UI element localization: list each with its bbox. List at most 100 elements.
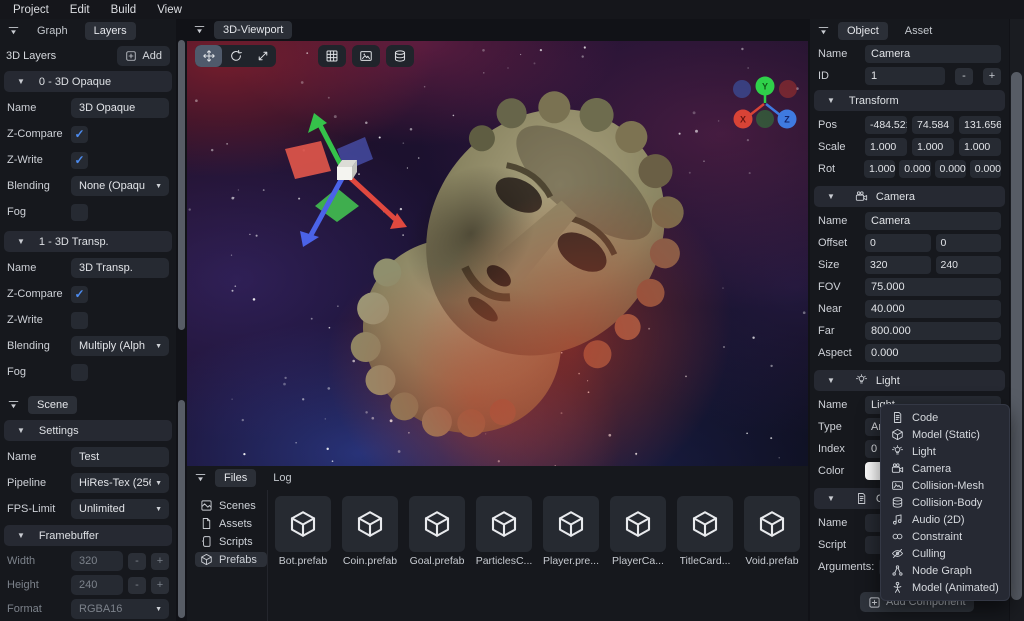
- context-menu-item-model-static[interactable]: Model (Static): [881, 426, 1009, 443]
- framebuffer-header[interactable]: ▼ Framebuffer: [4, 525, 172, 546]
- fb-width-plus-button[interactable]: +: [151, 553, 169, 570]
- menu-item-view[interactable]: View: [153, 4, 186, 16]
- prefab-item[interactable]: Coin.prefab: [342, 496, 398, 621]
- light-component-header[interactable]: ▼ Light: [814, 370, 1005, 391]
- rotate-tool-button[interactable]: [222, 45, 249, 67]
- id-minus-button[interactable]: -: [955, 68, 973, 85]
- tab-3d-viewport[interactable]: 3D-Viewport: [214, 21, 292, 39]
- pos-x-input[interactable]: -484.521: [865, 116, 907, 134]
- layer-0-header[interactable]: ▼ 0 - 3D Opaque: [4, 71, 172, 92]
- context-menu-item-model-animated[interactable]: Model (Animated): [881, 579, 1009, 596]
- prefab-item[interactable]: PlayerCa...: [610, 496, 666, 621]
- context-menu-item-node-graph[interactable]: Node Graph: [881, 562, 1009, 579]
- tab-log[interactable]: Log: [264, 469, 300, 487]
- scene-scrollbar[interactable]: [178, 400, 185, 618]
- layer0-zcompare-checkbox[interactable]: [71, 126, 88, 143]
- id-plus-button[interactable]: +: [983, 68, 1001, 85]
- camera-offset-y-input[interactable]: 0: [936, 234, 1002, 252]
- context-menu-item-camera[interactable]: Camera: [881, 460, 1009, 477]
- settings-header[interactable]: ▼ Settings: [4, 420, 172, 441]
- scale-y-input[interactable]: 1.000: [912, 138, 954, 156]
- fb-width-input[interactable]: 320: [71, 551, 123, 571]
- layers-scrollbar[interactable]: [178, 40, 185, 330]
- context-menu-item-constraint[interactable]: Constraint: [881, 528, 1009, 545]
- fb-format-dropdown[interactable]: RGBA16: [71, 599, 169, 619]
- prefab-item[interactable]: Void.prefab: [744, 496, 800, 621]
- prefab-tile[interactable]: [744, 496, 800, 552]
- grid-toggle-button[interactable]: [318, 45, 346, 67]
- camera-name-input[interactable]: Camera: [865, 212, 1001, 230]
- layer1-blending-dropdown[interactable]: Multiply (Alph: [71, 336, 169, 356]
- context-menu-item-culling[interactable]: Culling: [881, 545, 1009, 562]
- context-menu-item-code[interactable]: Code: [881, 409, 1009, 426]
- tab-asset[interactable]: Asset: [896, 22, 942, 40]
- layer1-fog-checkbox[interactable]: [71, 364, 88, 381]
- prefab-tile[interactable]: [342, 496, 398, 552]
- prefab-item[interactable]: Bot.prefab: [275, 496, 331, 621]
- pos-z-input[interactable]: 131.656: [959, 116, 1001, 134]
- panel-collapse-icon[interactable]: [193, 24, 206, 37]
- layer1-name-input[interactable]: 3D Transp.: [71, 258, 169, 278]
- panel-collapse-icon[interactable]: [7, 399, 20, 412]
- layer0-fog-checkbox[interactable]: [71, 204, 88, 221]
- fb-height-plus-button[interactable]: +: [151, 577, 169, 594]
- axis-orientation-widget[interactable]: Y X Z: [733, 77, 797, 129]
- panel-collapse-icon[interactable]: [817, 25, 830, 38]
- tab-graph[interactable]: Graph: [28, 22, 77, 40]
- file-category-assets[interactable]: Assets: [195, 516, 267, 531]
- texture-toggle-button[interactable]: [352, 45, 380, 67]
- rot-w-input[interactable]: 1.000: [864, 160, 895, 178]
- tab-object[interactable]: Object: [838, 22, 888, 40]
- object-name-input[interactable]: Camera: [865, 45, 1001, 63]
- layer0-zwrite-checkbox[interactable]: [71, 152, 88, 169]
- camera-offset-x-input[interactable]: 0: [865, 234, 931, 252]
- prefab-item[interactable]: Player.pre...: [543, 496, 599, 621]
- layer0-blending-dropdown[interactable]: None (Opaqu: [71, 176, 169, 196]
- viewport-3d[interactable]: Y X Z: [187, 41, 808, 466]
- inspector-scrollbar[interactable]: [1011, 72, 1022, 600]
- camera-size-w-input[interactable]: 320: [865, 256, 931, 274]
- move-tool-button[interactable]: [195, 45, 222, 67]
- object-id-input[interactable]: 1: [865, 67, 945, 85]
- layer1-zwrite-checkbox[interactable]: [71, 312, 88, 329]
- fb-width-minus-button[interactable]: -: [128, 553, 146, 570]
- context-menu-item-audio-2d[interactable]: Audio (2D): [881, 511, 1009, 528]
- camera-size-h-input[interactable]: 240: [936, 256, 1002, 274]
- fb-height-input[interactable]: 240: [71, 575, 123, 595]
- context-menu-item-light[interactable]: Light: [881, 443, 1009, 460]
- scale-z-input[interactable]: 1.000: [959, 138, 1001, 156]
- menu-item-build[interactable]: Build: [107, 4, 141, 16]
- scene-name-input[interactable]: Test: [71, 447, 169, 467]
- layer1-zcompare-checkbox[interactable]: [71, 286, 88, 303]
- context-menu-item-collision-body[interactable]: Collision-Body: [881, 494, 1009, 511]
- tab-layers[interactable]: Layers: [85, 22, 136, 40]
- prefab-tile[interactable]: [677, 496, 733, 552]
- rot-y-input[interactable]: 0.000: [935, 160, 966, 178]
- prefab-tile[interactable]: [476, 496, 532, 552]
- transform-gizmo[interactable]: [285, 113, 407, 247]
- panel-collapse-icon[interactable]: [7, 25, 20, 38]
- prefab-tile[interactable]: [275, 496, 331, 552]
- prefab-item[interactable]: TitleCard...: [677, 496, 733, 621]
- rot-z-input[interactable]: 0.000: [970, 160, 1001, 178]
- camera-component-header[interactable]: ▼ Camera: [814, 186, 1005, 207]
- file-category-scenes[interactable]: Scenes: [195, 498, 267, 513]
- fps-limit-dropdown[interactable]: Unlimited: [71, 499, 169, 519]
- panel-collapse-icon[interactable]: [194, 472, 207, 485]
- context-menu-item-collision-mesh[interactable]: Collision-Mesh: [881, 477, 1009, 494]
- prefab-tile[interactable]: [543, 496, 599, 552]
- fb-height-minus-button[interactable]: -: [128, 577, 146, 594]
- scale-tool-button[interactable]: [249, 45, 276, 67]
- add-layer-button[interactable]: Add: [117, 46, 170, 66]
- layer-1-header[interactable]: ▼ 1 - 3D Transp.: [4, 231, 172, 252]
- pipeline-dropdown[interactable]: HiRes-Tex (256: [71, 473, 169, 493]
- prefab-item[interactable]: ParticlesC...: [476, 496, 532, 621]
- camera-fov-input[interactable]: 75.000: [865, 278, 1001, 296]
- pos-y-input[interactable]: 74.584: [912, 116, 954, 134]
- scale-x-input[interactable]: 1.000: [865, 138, 907, 156]
- camera-near-input[interactable]: 40.000: [865, 300, 1001, 318]
- menu-item-edit[interactable]: Edit: [66, 4, 94, 16]
- tab-scene[interactable]: Scene: [28, 396, 77, 414]
- rot-x-input[interactable]: 0.000: [899, 160, 930, 178]
- camera-far-input[interactable]: 800.000: [865, 322, 1001, 340]
